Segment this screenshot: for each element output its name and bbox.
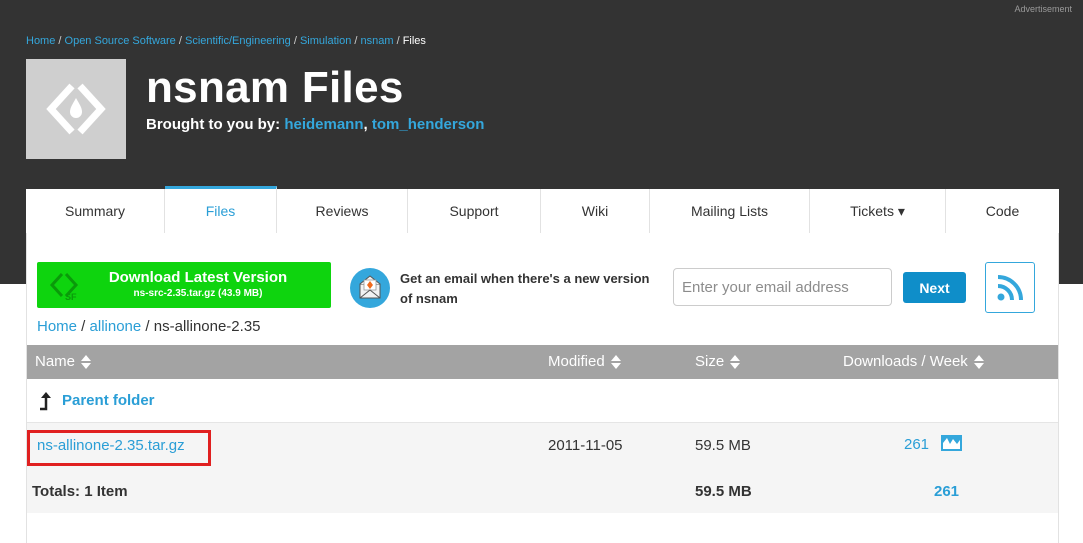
breadcrumb-home[interactable]: Home [26,35,55,47]
column-size-header[interactable]: Size [695,345,741,379]
brought-to-you-by: Brought to you by: heidemann, tom_hender… [146,116,485,133]
parent-folder-link[interactable]: Parent folder [62,392,155,409]
project-nav-tabs: Summary Files Reviews Support Wiki Maili… [26,186,1059,234]
column-downloads-header[interactable]: Downloads / Week [843,345,984,379]
rss-icon [997,274,1023,300]
breadcrumb-scientific-engineering[interactable]: Scientific/Engineering [185,35,291,47]
column-modified-header[interactable]: Modified [548,345,621,379]
sourceforge-diamond-icon [46,83,106,135]
breadcrumb-simulation[interactable]: Simulation [300,35,351,47]
breadcrumb-open-source-software[interactable]: Open Source Software [65,35,176,47]
tab-tickets[interactable]: Tickets ▾ [810,189,946,233]
totals-downloads: 261 [934,483,960,500]
totals-label: Totals: 1 Item [32,483,128,500]
folder-path: Home / allinone / ns-allinone-2.35 [37,318,261,335]
breadcrumb-nsnam[interactable]: nsnam [360,35,393,47]
author-link-tom-henderson[interactable]: tom_henderson [372,116,485,133]
column-size-label: Size [695,353,725,370]
rss-feed-button[interactable] [985,262,1035,313]
file-size: 59.5 MB [695,437,751,454]
email-notify-prompt: Get an email when there's a new version … [400,271,650,306]
tab-wiki[interactable]: Wiki [541,189,650,233]
column-downloads-label: Downloads / Week [843,353,968,370]
up-arrow-icon [40,392,51,411]
parent-folder-row[interactable]: Parent folder [27,379,1058,423]
tab-reviews[interactable]: Reviews [277,189,408,233]
next-button[interactable]: Next [903,272,966,303]
sort-icon [973,355,984,369]
tab-support[interactable]: Support [408,189,541,233]
tab-files[interactable]: Files [165,186,277,233]
download-file-info: ns-src-2.35.tar.gz (43.9 MB) [133,288,263,299]
totals-row: Totals: 1 Item 59.5 MB 261 [27,468,1058,513]
page-title: nsnam Files [146,63,404,112]
tab-code[interactable]: Code [946,189,1059,233]
column-name-header[interactable]: Name [35,345,92,379]
tab-mailing-lists[interactable]: Mailing Lists [650,189,810,233]
download-label: Download Latest Version [108,269,288,286]
breadcrumb: Home / Open Source Software / Scientific… [26,35,426,47]
file-modified: 2011-11-05 [548,437,623,454]
envelope-icon [359,275,381,299]
author-link-heidemann[interactable]: heidemann [284,116,363,133]
email-input[interactable] [673,268,892,306]
email-notify-icon [350,268,390,308]
files-table-header: Name Modified Size Downloads / Week [27,345,1058,379]
column-modified-label: Modified [548,353,605,370]
download-stats-chart-icon[interactable] [941,435,962,451]
breadcrumb-current: Files [402,35,426,47]
download-latest-button[interactable]: SF Download Latest Version ns-src-2.35.t… [37,262,331,308]
sort-icon [610,355,621,369]
path-current: ns-allinone-2.35 [153,318,261,335]
path-home-link[interactable]: Home [37,318,77,335]
path-allinone-link[interactable]: allinone [90,318,142,335]
project-logo[interactable] [26,59,126,159]
file-downloads-link[interactable]: 261 [904,436,929,453]
tab-summary[interactable]: Summary [26,189,165,233]
column-name-label: Name [35,353,76,370]
sort-icon [81,355,92,369]
totals-size: 59.5 MB [695,483,752,500]
advertisement-label: Advertisement [1014,4,1072,14]
highlight-box [27,430,211,466]
brought-by-label: Brought to you by: [146,116,281,133]
sort-icon [730,355,741,369]
